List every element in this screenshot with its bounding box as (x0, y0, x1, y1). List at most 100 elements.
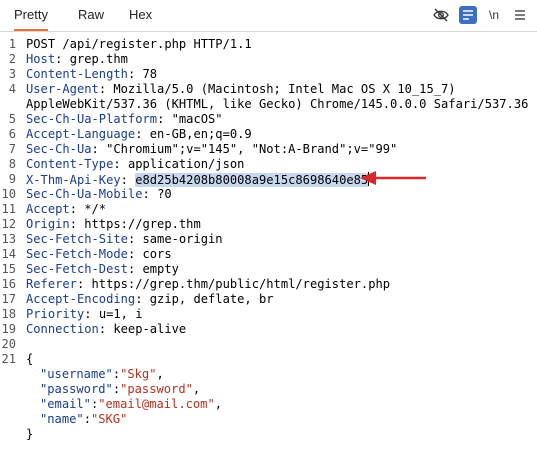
header-separator: : (69, 202, 85, 216)
header-line: } (26, 427, 33, 442)
header-line: Priority: u=1, i (26, 307, 143, 322)
header-line: Accept-Encoding: gzip, deflate, br (26, 292, 274, 307)
header-name: Origin (26, 217, 70, 231)
header-name: Priority (26, 307, 85, 321)
header-value: AppleWebKit/537.36 (KHTML, like Gecko) C… (26, 97, 529, 111)
header-line: Host: grep.thm (26, 52, 128, 67)
header-value: keep-alive (113, 322, 187, 336)
header-value: https://grep.thm (84, 217, 201, 231)
json-value: "SKG" (90, 412, 128, 426)
header-value: grep.thm (69, 52, 128, 66)
header-separator: : (69, 217, 85, 231)
code-line: 14 Sec-Fetch-Mode: cors (0, 247, 537, 262)
header-line: Accept-Language: en-GB,en;q=0.9 (26, 127, 252, 142)
hamburger-icon[interactable] (511, 6, 529, 24)
header-name: Content-Type (26, 157, 114, 171)
code-line: 20 (0, 337, 537, 352)
header-value: cors (142, 247, 172, 261)
code-line: 5 Sec-Ch-Ua-Platform: "macOS" (0, 112, 537, 127)
code-line: 8 Content-Type: application/json (0, 157, 537, 172)
header-name: User-Agent (26, 82, 99, 96)
header-value: u=1, i (98, 307, 143, 321)
header-value: { (26, 352, 34, 366)
header-line: X-Thm-Api-Key: e8d25b4208b80008a9e15c869… (26, 172, 370, 188)
header-separator: : (142, 187, 158, 201)
newline-toggle[interactable]: \n (485, 6, 503, 24)
header-line: AppleWebKit/537.36 (KHTML, like Gecko) C… (26, 97, 528, 112)
header-value: } (26, 427, 34, 441)
json-field: "username":"Skg", (40, 367, 164, 381)
tab-pretty[interactable]: Pretty (14, 0, 48, 31)
code-line: 21 { (0, 352, 537, 367)
header-name: Sec-Fetch-Dest (26, 262, 128, 276)
header-value: same-origin (142, 232, 223, 246)
line-number: 19 (1, 322, 16, 336)
code-line: 18 Priority: u=1, i (0, 307, 537, 322)
line-number: 14 (1, 247, 16, 261)
header-name: Referer (26, 277, 77, 291)
header-line: Referer: https://grep.thm/public/html/re… (26, 277, 390, 292)
header-value: application/json (127, 157, 245, 171)
code-line: 3 Content-Length: 78 (0, 67, 537, 82)
header-line: Connection: keep-alive (26, 322, 186, 337)
header-value: empty (142, 262, 179, 276)
selected-api-key-value: e8d25b4208b80008a9e15c8698640e85 (135, 173, 369, 187)
code-line: "password":"password", (0, 382, 537, 397)
list-icon[interactable] (459, 6, 477, 24)
tab-raw[interactable]: Raw (78, 0, 104, 30)
code-line: 7 Sec-Ch-Ua: "Chromium";v="145", "Not:A-B… (0, 142, 537, 157)
header-line: { (26, 352, 33, 367)
header-name: Connection (26, 322, 99, 336)
header-name: Sec-Ch-Ua-Platform (26, 112, 158, 126)
code-line: "name":"SKG" (0, 412, 537, 427)
code-line: 13 Sec-Fetch-Site: same-origin (0, 232, 537, 247)
header-line: Sec-Ch-Ua-Mobile: ?0 (26, 187, 172, 202)
header-separator: : (127, 67, 143, 81)
line-number: 15 (1, 262, 16, 276)
code-line: 1 POST /api/register.php HTTP/1.1 (0, 37, 537, 52)
code-line: 2 Host: grep.thm (0, 52, 537, 67)
line-number: 12 (1, 217, 16, 231)
json-value: "password" (120, 382, 193, 396)
header-value: en-GB,en;q=0.9 (149, 127, 252, 141)
header-separator: : (98, 322, 114, 336)
header-value: "Chromium";v="145", "Not:A-Brand";v="99" (106, 142, 398, 156)
header-name: Host (26, 52, 56, 66)
code-line: 4 User-Agent: Mozilla/5.0 (Macintosh; Int… (0, 82, 537, 97)
header-value: https://grep.thm/public/html/register.ph… (91, 277, 391, 291)
code-line: 10 Sec-Ch-Ua-Mobile: ?0 (0, 187, 537, 202)
header-separator: : (55, 52, 70, 66)
header-value: POST /api/register.php HTTP/1.1 (26, 37, 252, 51)
json-trailing: , (214, 397, 223, 411)
header-line: Accept: */* (26, 202, 106, 217)
header-separator: : (113, 157, 128, 171)
editor-toolbar: Pretty Raw Hex \n (0, 0, 537, 32)
line-number: 6 (8, 127, 16, 141)
line-number: 13 (1, 232, 16, 246)
header-name: Sec-Fetch-Mode (26, 247, 128, 261)
header-value: */* (84, 202, 107, 216)
header-name: Sec-Fetch-Site (26, 232, 128, 246)
code-line: AppleWebKit/537.36 (KHTML, like Gecko) C… (0, 97, 537, 112)
header-separator: : (127, 247, 143, 261)
code-line: 12 Origin: https://grep.thm (0, 217, 537, 232)
header-value: gzip, deflate, br (149, 292, 274, 306)
header-line: Content-Length: 78 (26, 67, 157, 82)
red-arrow-annotation (360, 171, 426, 185)
json-field: "name":"SKG" (40, 412, 128, 426)
tab-hex[interactable]: Hex (129, 0, 152, 30)
code-line: 6 Accept-Language: en-GB,en;q=0.9 (0, 127, 537, 142)
header-value: ?0 (157, 187, 172, 201)
header-line: Sec-Ch-Ua: "Chromium";v="145", "Not:A-Br… (26, 142, 397, 157)
line-number: 21 (1, 352, 16, 366)
header-line: User-Agent: Mozilla/5.0 (Macintosh; Inte… (26, 82, 456, 97)
header-separator: : (91, 142, 107, 156)
code-line: 15 Sec-Fetch-Dest: empty (0, 262, 537, 277)
line-number: 8 (8, 157, 16, 171)
header-line: Sec-Fetch-Mode: cors (26, 247, 172, 262)
header-value: 78 (142, 67, 158, 81)
header-name: Sec-Ch-Ua (26, 142, 92, 156)
eye-slash-icon[interactable] (432, 6, 450, 24)
header-line: Sec-Ch-Ua-Platform: "macOS" (26, 112, 223, 127)
header-separator: : (135, 292, 150, 306)
